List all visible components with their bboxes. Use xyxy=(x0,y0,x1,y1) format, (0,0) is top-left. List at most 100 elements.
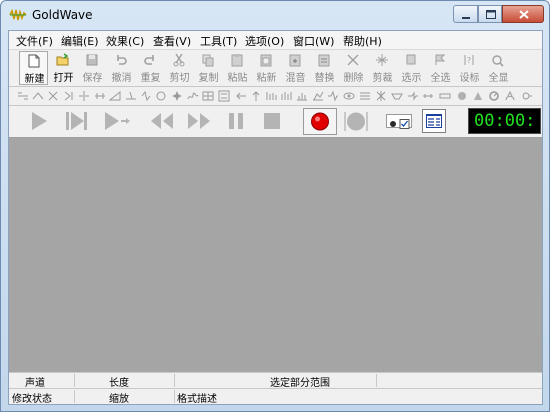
cut-button[interactable]: 剪切 xyxy=(165,51,194,85)
menu-effects[interactable]: 效果(C) xyxy=(106,33,144,49)
record-pause-button[interactable] xyxy=(340,108,372,135)
effect-icon[interactable] xyxy=(109,90,121,102)
effect-icon[interactable] xyxy=(32,90,44,102)
effect-icon[interactable] xyxy=(218,90,230,102)
visual-window-button[interactable] xyxy=(422,109,446,133)
paste-button[interactable]: 粘贴 xyxy=(223,51,252,85)
undo-icon xyxy=(117,55,127,65)
effect-icon[interactable] xyxy=(17,90,29,102)
menu-view[interactable]: 查看(V) xyxy=(153,33,191,49)
select-view-button[interactable]: 选示 xyxy=(397,51,426,85)
effect-icon[interactable] xyxy=(407,90,419,102)
menu-options[interactable]: 选项(O) xyxy=(245,33,284,49)
show-all-icon xyxy=(492,55,504,67)
visual-window-icon xyxy=(426,114,442,128)
effect-icon[interactable] xyxy=(521,90,533,102)
select-view-icon xyxy=(406,54,416,65)
play-selection-icon[interactable] xyxy=(64,109,90,133)
fast-forward-icon[interactable] xyxy=(185,109,213,133)
record-button[interactable] xyxy=(303,108,337,135)
maximize-icon xyxy=(486,10,496,19)
effect-icon[interactable] xyxy=(47,90,59,102)
select-all-button[interactable]: 全选 xyxy=(426,51,455,85)
trim-button[interactable]: 剪裁 xyxy=(368,51,397,85)
effect-icon[interactable] xyxy=(375,90,387,102)
redo-button[interactable]: 重复 xyxy=(136,51,165,85)
show-all-button[interactable]: 全显 xyxy=(484,51,513,85)
undo-label: 撤消 xyxy=(111,73,132,84)
effect-icon[interactable] xyxy=(488,90,500,102)
undo-button[interactable]: 撤消 xyxy=(107,51,136,85)
pause-icon[interactable] xyxy=(225,109,247,133)
effect-icon[interactable] xyxy=(504,90,516,102)
effect-icon[interactable] xyxy=(472,90,484,102)
stop-icon[interactable] xyxy=(261,109,283,133)
status-divider xyxy=(74,390,75,403)
effect-icon[interactable] xyxy=(312,90,324,102)
app-window: GoldWave 文件(F) 编辑(E) 效果(C) 查看(V) 工具(T) 选… xyxy=(0,0,550,412)
play-icon[interactable] xyxy=(27,109,51,133)
set-marker-label: 设标 xyxy=(459,73,480,84)
copy-button[interactable]: 复制 xyxy=(194,51,223,85)
effect-icon[interactable] xyxy=(202,90,214,102)
new-file-icon xyxy=(28,54,40,68)
paste-new-button[interactable]: 粘新 xyxy=(252,51,281,85)
status-row: 修改状态 缩放 格式描述 xyxy=(9,388,542,405)
effect-icon[interactable] xyxy=(280,90,292,102)
record-pause-icon xyxy=(344,112,368,131)
status-modified: 修改状态 xyxy=(12,394,52,405)
maximize-button[interactable] xyxy=(478,5,502,23)
redo-label: 重复 xyxy=(140,73,161,84)
title-bar[interactable]: GoldWave xyxy=(1,1,549,30)
menu-tools[interactable]: 工具(T) xyxy=(200,33,237,49)
delete-button[interactable]: 删除 xyxy=(339,51,368,85)
menu-window[interactable]: 窗口(W) xyxy=(293,33,334,49)
effect-icon[interactable] xyxy=(235,90,247,102)
effect-icon[interactable] xyxy=(171,90,183,102)
set-marker-button[interactable]: ? 设标 xyxy=(455,51,484,85)
effect-icon[interactable] xyxy=(422,90,434,102)
effect-icon[interactable] xyxy=(250,90,262,102)
status-zoom: 缩放 xyxy=(109,394,129,405)
monitor-toggle[interactable] xyxy=(386,114,412,129)
effect-icon[interactable] xyxy=(327,90,339,102)
effect-icon[interactable] xyxy=(391,90,403,102)
main-toolbar: 新建 打开 保存 撤消 重复 剪切 复制 粘贴 粘新 混音 替换 删除 剪裁 选… xyxy=(9,50,542,87)
effects-toolbar xyxy=(9,87,542,106)
replace-button[interactable]: 替换 xyxy=(310,51,339,85)
set-marker-icon: ? xyxy=(464,55,474,65)
new-label: 新建 xyxy=(24,74,45,85)
effect-icon[interactable] xyxy=(94,90,106,102)
play-from-cursor-icon[interactable] xyxy=(102,109,132,133)
mix-button[interactable]: 混音 xyxy=(281,51,310,85)
effect-icon[interactable] xyxy=(265,90,277,102)
effect-icon[interactable] xyxy=(439,90,451,102)
effect-icon[interactable] xyxy=(140,90,152,102)
save-button[interactable]: 保存 xyxy=(78,51,107,85)
effect-icon[interactable] xyxy=(187,90,199,102)
rewind-icon[interactable] xyxy=(148,109,176,133)
effect-icon[interactable] xyxy=(63,90,75,102)
redo-icon xyxy=(144,55,154,65)
effect-icon[interactable] xyxy=(343,90,355,102)
status-channel: 声道 xyxy=(25,378,45,389)
select-all-icon xyxy=(435,54,446,65)
menu-file[interactable]: 文件(F) xyxy=(16,33,53,49)
new-button[interactable]: 新建 xyxy=(19,51,48,85)
effect-icon[interactable] xyxy=(359,90,371,102)
menu-help[interactable]: 帮助(H) xyxy=(343,33,382,49)
status-selection-range: 选定部分范围 xyxy=(270,378,330,389)
minimize-button[interactable] xyxy=(453,5,478,23)
effect-icon[interactable] xyxy=(155,90,167,102)
close-button[interactable] xyxy=(502,5,544,23)
open-button[interactable]: 打开 xyxy=(49,51,78,85)
effect-icon[interactable] xyxy=(78,90,90,102)
paste-icon xyxy=(231,54,243,67)
status-format: 格式描述 xyxy=(177,394,217,405)
effect-icon[interactable] xyxy=(296,90,308,102)
open-label: 打开 xyxy=(53,73,74,84)
effect-icon[interactable] xyxy=(456,90,468,102)
menu-edit[interactable]: 编辑(E) xyxy=(61,33,99,49)
workspace-area[interactable] xyxy=(9,138,542,372)
effect-icon[interactable] xyxy=(125,90,137,102)
